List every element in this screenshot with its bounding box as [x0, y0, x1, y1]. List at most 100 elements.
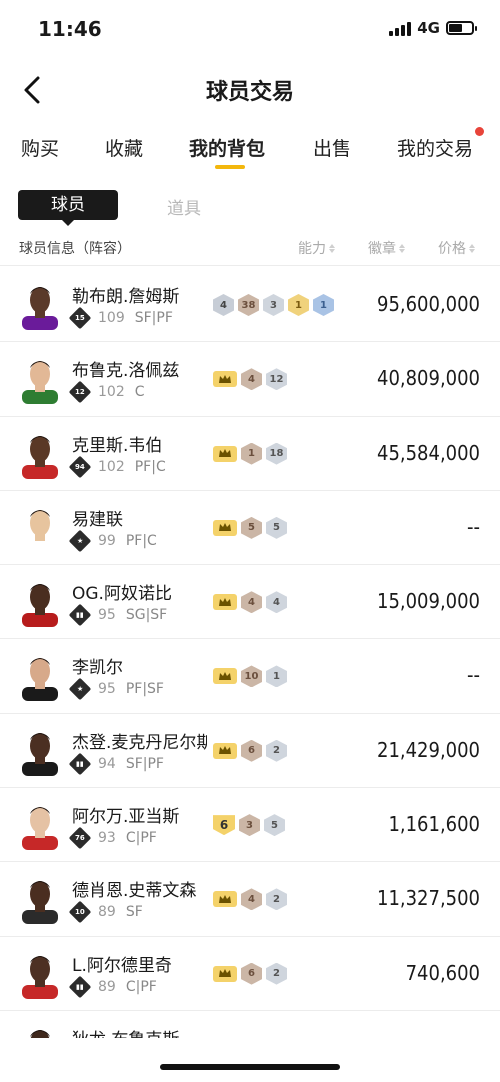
player-price: 740,600	[405, 960, 480, 985]
tab-my-trades[interactable]: 我的交易	[397, 134, 473, 161]
lineup-badge-label: ▮▮	[76, 982, 84, 991]
silver-badge-icon: 1	[266, 665, 287, 688]
network-type: 4G	[417, 19, 440, 37]
player-avatar	[18, 651, 62, 702]
player-meta: 94 102 PF|C	[68, 455, 166, 478]
player-avatar	[18, 280, 62, 330]
sort-badge-label: 徽章	[368, 241, 396, 257]
bronze-badge-icon: 6	[241, 962, 262, 985]
tab-sell[interactable]: 出售	[313, 134, 351, 161]
lineup-badge-label: 76	[75, 834, 85, 843]
silver-badge-icon: 5	[264, 814, 285, 837]
player-price: 21,429,000	[377, 737, 480, 762]
player-position: PF|C	[125, 532, 157, 549]
subtab-players[interactable]: 球员	[18, 190, 118, 226]
crown-icon	[213, 519, 237, 536]
silver-badge-icon: 2	[266, 888, 287, 911]
player-name: 杰登.麦克丹尼尔斯	[72, 732, 207, 753]
lineup-badge-icon: 12	[68, 380, 92, 404]
player-price: 40,809,000	[377, 366, 480, 391]
player-badges: 55	[213, 516, 287, 539]
list-header: 球员信息（阵容） 能力 徽章 价格	[0, 230, 500, 266]
lineup-badge-label: 12	[75, 388, 85, 397]
bronze-badge-icon: 4	[241, 591, 262, 614]
bronze-badge-icon: 10	[241, 665, 262, 688]
player-position: PF|C	[134, 458, 166, 475]
player-price: 1,161,600	[388, 812, 480, 837]
sort-price[interactable]: 价格	[438, 238, 475, 258]
player-badges: 42	[213, 888, 287, 911]
player-row[interactable]: 克里斯.韦伯 94 102 PF|C 1 18 45,584,000	[0, 417, 500, 491]
player-badges: 62	[213, 962, 287, 985]
sort-badge[interactable]: 徽章	[368, 238, 405, 258]
player-avatar	[18, 429, 62, 479]
gray-badge-icon: 4	[213, 294, 234, 316]
player-price: --	[467, 663, 480, 688]
player-meta: ★ 99 PF|C	[68, 529, 157, 553]
player-price: 95,600,000	[377, 292, 480, 316]
silver-badge-icon: 3	[263, 294, 284, 316]
signal-icon	[389, 20, 412, 36]
lineup-badge-icon: ★	[68, 529, 92, 553]
sort-ability-label: 能力	[298, 241, 326, 257]
player-row[interactable]: 德肖恩.史蒂文森 10 89 SF 4 2 11,327,500	[0, 862, 500, 937]
player-name: 德肖恩.史蒂文森	[72, 881, 197, 902]
crown-icon	[213, 371, 237, 388]
sort-icon	[329, 243, 335, 253]
player-rating: 102	[98, 384, 125, 401]
active-tab-indicator	[215, 165, 245, 169]
player-name: 布鲁克.洛佩兹	[72, 361, 180, 382]
player-row[interactable]: L.阿尔德里奇 ▮▮ 89 C|PF 6 2 740,600	[0, 937, 500, 1011]
player-position: C|PF	[125, 978, 157, 995]
player-row[interactable]: 杰登.麦克丹尼尔斯 ▮▮ 94 SF|PF 6 2 21,429,000	[0, 714, 500, 789]
player-badges: 4 38 3 1 1	[213, 294, 334, 316]
tab-buy[interactable]: 购买	[21, 134, 59, 161]
crown-icon	[213, 965, 237, 982]
bronze-badge-icon: 38	[238, 294, 259, 316]
player-name: OG.阿奴诺比	[72, 584, 172, 605]
tab-my-backpack[interactable]: 我的背包	[189, 134, 265, 161]
player-row[interactable]: OG.阿奴诺比 ▮▮ 95 SG|SF 4 4 15,009,000	[0, 565, 500, 640]
bronze-badge-icon: 1	[241, 442, 262, 465]
player-row[interactable]: 勒布朗.詹姆斯 15 109 SF|PF 4 38 3 1 1 95,600,000	[0, 268, 500, 343]
player-rating: 89	[98, 978, 116, 995]
player-avatar	[18, 577, 62, 628]
bronze-badge-icon: 5	[241, 516, 262, 539]
player-avatar	[18, 1023, 62, 1038]
player-position: C	[134, 384, 145, 401]
crown-icon	[213, 891, 237, 908]
player-row[interactable]: 易建联 ★ 99 PF|C 5 5 --	[0, 491, 500, 566]
player-row[interactable]: 李凯尔 ★ 95 PF|SF 10 1 --	[0, 639, 500, 714]
player-rating: 95	[98, 681, 116, 698]
sub-tabs: 球员 道具	[0, 186, 500, 226]
player-avatar	[18, 726, 62, 776]
lineup-badge-label: 10	[75, 908, 85, 917]
player-row[interactable]: 布鲁克.洛佩兹 12 102 C 4 12 40,809,000	[0, 342, 500, 417]
player-name: 勒布朗.詹姆斯	[72, 287, 180, 307]
player-badges: 4 12	[213, 368, 287, 391]
lineup-badge-label: 15	[75, 314, 85, 322]
lineup-badge-icon: 10	[68, 901, 92, 924]
lineup-badge-label: ★	[76, 685, 84, 694]
player-name: 狄龙.布鲁克斯	[72, 1025, 179, 1038]
player-position: SF|PF	[125, 755, 164, 772]
rank-shield-icon: 6	[213, 815, 235, 836]
sort-ability[interactable]: 能力	[298, 238, 335, 258]
bronze-badge-icon: 4	[241, 368, 262, 391]
player-list: 勒布朗.詹姆斯 15 109 SF|PF 4 38 3 1 1 95,600,000 布鲁克.洛佩兹…	[0, 268, 500, 1038]
player-row[interactable]: 阿尔万.亚当斯 76 93 C|PF 6 3 5 1,161,600	[0, 788, 500, 863]
player-avatar	[18, 354, 62, 405]
player-price: --	[467, 514, 480, 539]
crown-icon	[213, 445, 237, 462]
lineup-badge-icon: 76	[68, 826, 92, 850]
subtab-items[interactable]: 道具	[167, 194, 201, 219]
player-rating: 89	[98, 904, 116, 921]
sort-icon	[399, 243, 405, 253]
lineup-badge-icon: ▮▮	[68, 975, 92, 998]
lineup-badge-icon: 15	[68, 306, 92, 330]
player-position: SF	[125, 904, 143, 921]
player-rating: 93	[98, 830, 116, 847]
player-row[interactable]: 狄龙.布鲁克斯	[0, 1011, 500, 1038]
player-name: L.阿尔德里奇	[72, 955, 172, 976]
tab-favorites[interactable]: 收藏	[105, 134, 143, 161]
